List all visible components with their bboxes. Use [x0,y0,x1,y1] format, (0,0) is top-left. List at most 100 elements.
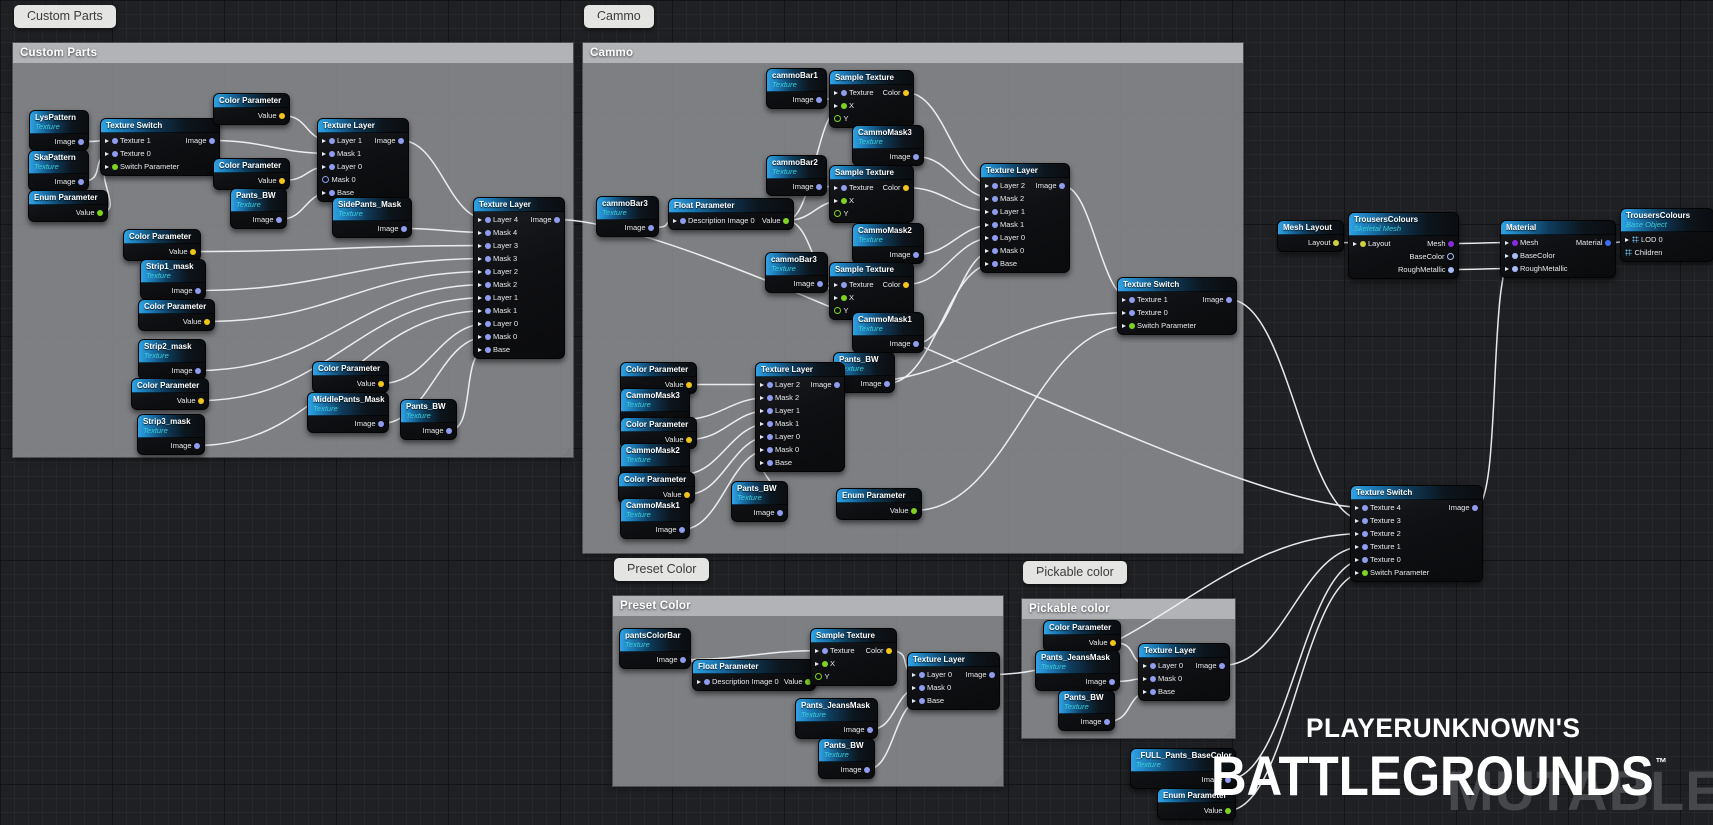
pin-dot[interactable] [78,138,84,145]
pin-layer-4[interactable]: Layer 4 [478,214,518,226]
node-sampletex-preset[interactable]: Sample Texture Texture Color X Y [810,628,897,686]
pin-mask-1[interactable]: Mask 1 [478,305,517,317]
comment-bubble-cammo[interactable]: Cammo [584,5,654,28]
pin-layer-3[interactable]: Layer 3 [478,240,518,252]
node-cammomask3-a[interactable]: CammoMask3 Texture Image [852,125,924,166]
pin-roughmetallic[interactable]: RoughMetallic [1398,264,1454,276]
pin-dot[interactable] [279,112,285,119]
pin-texture[interactable]: Texture [834,87,874,99]
pin-roughmetallic[interactable]: RoughMetallic [1505,263,1568,275]
pin-y[interactable]: Y [834,305,849,317]
pin-value[interactable]: Value [177,395,204,407]
pin-dot[interactable] [378,420,384,427]
pin-image[interactable]: Image [656,524,685,536]
node-header[interactable]: Strip2_mask Texture [139,340,205,363]
pin-value[interactable]: Value [258,175,285,187]
pin-dot[interactable] [840,197,847,204]
node-cammomask1-b[interactable]: CammoMask1 Texture Image [620,498,690,539]
pin-layer-0[interactable]: Layer 0 [985,232,1025,244]
pin-mask-0[interactable]: Mask 0 [322,174,356,186]
pin-dot[interactable] [1219,662,1225,669]
pin-image[interactable]: Image [172,285,201,297]
pin-dot[interactable] [991,195,998,202]
pin-dot[interactable] [1225,776,1231,783]
pin-dot[interactable] [1128,296,1135,303]
node-header[interactable]: MiddlePants_Mask Texture [308,393,388,416]
node-colorparam-cp2[interactable]: Color Parameter Value [213,158,290,190]
comment-bubble-pickable-color[interactable]: Pickable color [1023,561,1127,584]
node-header[interactable]: pantsColorBar Texture [620,629,690,652]
node-floatparam-cammo[interactable]: Float Parameter Description Image 0 Value [668,198,794,230]
pin-image[interactable]: Image [657,654,686,666]
node-header[interactable]: Material [1501,221,1615,235]
node-header[interactable]: cammoBar1 Texture [767,69,826,92]
node-header[interactable]: CammoMask2 Texture [853,224,923,247]
pin-dot[interactable] [1225,807,1231,814]
pin-dot[interactable] [1359,240,1366,247]
pin-layer-1[interactable]: Layer 1 [322,135,362,147]
pin-dot[interactable] [991,182,998,189]
node-header[interactable]: CammoMask1 Texture [621,499,689,522]
pin-dot[interactable] [484,216,491,223]
node-meshlayout[interactable]: Mesh Layout Layout [1277,220,1344,252]
pin-dot[interactable] [190,248,196,255]
node-pantsbw-cp2[interactable]: Pants_BW Texture Image [400,399,457,440]
pin-image[interactable]: Image [55,136,84,148]
node-cammomask1-a[interactable]: CammoMask1 Texture Image [852,312,924,353]
node-header[interactable]: Sample Texture [830,263,913,277]
node-trouserscolours-base[interactable]: TrousersColours Base Object LOD 0 Children [1620,208,1713,262]
node-header[interactable]: Texture Switch [101,119,219,133]
pin-dot[interactable] [484,320,491,327]
node-trouserscolours-mesh[interactable]: TrousersColours Skeletal Mesh Layout Mesh Ba… [1348,212,1459,279]
node-texlayer-preset[interactable]: Texture Layer Layer 0 Image Mask 0 Base [907,652,1000,710]
pin-dot[interactable] [1109,678,1115,685]
pin-layer-0[interactable]: Layer 0 [760,431,800,443]
pin-image[interactable]: Image [375,135,404,147]
pin-dot[interactable] [484,294,491,301]
pin-dot[interactable] [840,102,847,109]
pin-switch-parameter[interactable]: Switch Parameter [105,161,179,173]
node-skapattern[interactable]: SkaPattern Texture Image [28,150,89,191]
lod-grid-icon[interactable] [1625,249,1632,256]
node-header[interactable]: Strip1_mask Texture [141,260,205,283]
pin-image[interactable]: Image [1202,774,1231,786]
pin-image[interactable]: Image [625,222,654,234]
pin-dot[interactable] [209,137,215,144]
node-pantsjeans-pick[interactable]: Pants_JeansMask Texture Image [1035,650,1120,691]
pin-dot[interactable] [648,224,654,231]
node-cammobar3-a[interactable]: cammoBar3 Texture Image [596,196,659,237]
pin-color[interactable]: Color [883,182,909,194]
pin-dot[interactable] [703,678,710,685]
pin-dot[interactable] [679,526,685,533]
pin-image[interactable]: Image [378,223,407,235]
node-header[interactable]: Color Parameter [313,362,388,376]
pin-image[interactable]: Image [55,176,84,188]
pin-mask-0[interactable]: Mask 0 [985,245,1024,257]
pin-dot[interactable] [816,96,822,103]
node-header[interactable]: Pants_BW Texture [819,739,874,762]
comment-bubble-custom-parts[interactable]: Custom Parts [14,5,116,28]
pin-dot[interactable] [1511,252,1518,259]
pin-dot[interactable] [918,671,925,678]
pin-dot[interactable] [554,216,560,223]
pin-dot[interactable] [195,287,201,294]
pin-image[interactable]: Image [1036,180,1065,192]
node-pantsbw-cammo-bot[interactable]: Pants_BW Texture Image [731,481,788,522]
pin-dot[interactable] [991,260,998,267]
pin-image[interactable]: Image [1086,676,1115,688]
pin-image[interactable]: Image [1449,502,1478,514]
pin-dot[interactable] [195,367,201,374]
pin-children[interactable]: Children [1625,247,1662,259]
pin-mask-2[interactable]: Mask 2 [478,279,517,291]
comment-resize-handle[interactable] [991,774,1002,785]
pin-material[interactable]: Material [1576,237,1611,249]
pin-dot[interactable] [1605,239,1611,246]
pin-dot[interactable] [398,137,404,144]
pin-dot[interactable] [815,673,822,680]
pin-mask-0[interactable]: Mask 0 [760,444,799,456]
node-header[interactable]: Sample Texture [830,71,913,85]
pin-dot[interactable] [903,281,909,288]
node-header[interactable]: Enum Parameter [29,191,107,205]
pin-dot[interactable] [401,225,407,232]
pin-x[interactable]: X [834,195,854,207]
